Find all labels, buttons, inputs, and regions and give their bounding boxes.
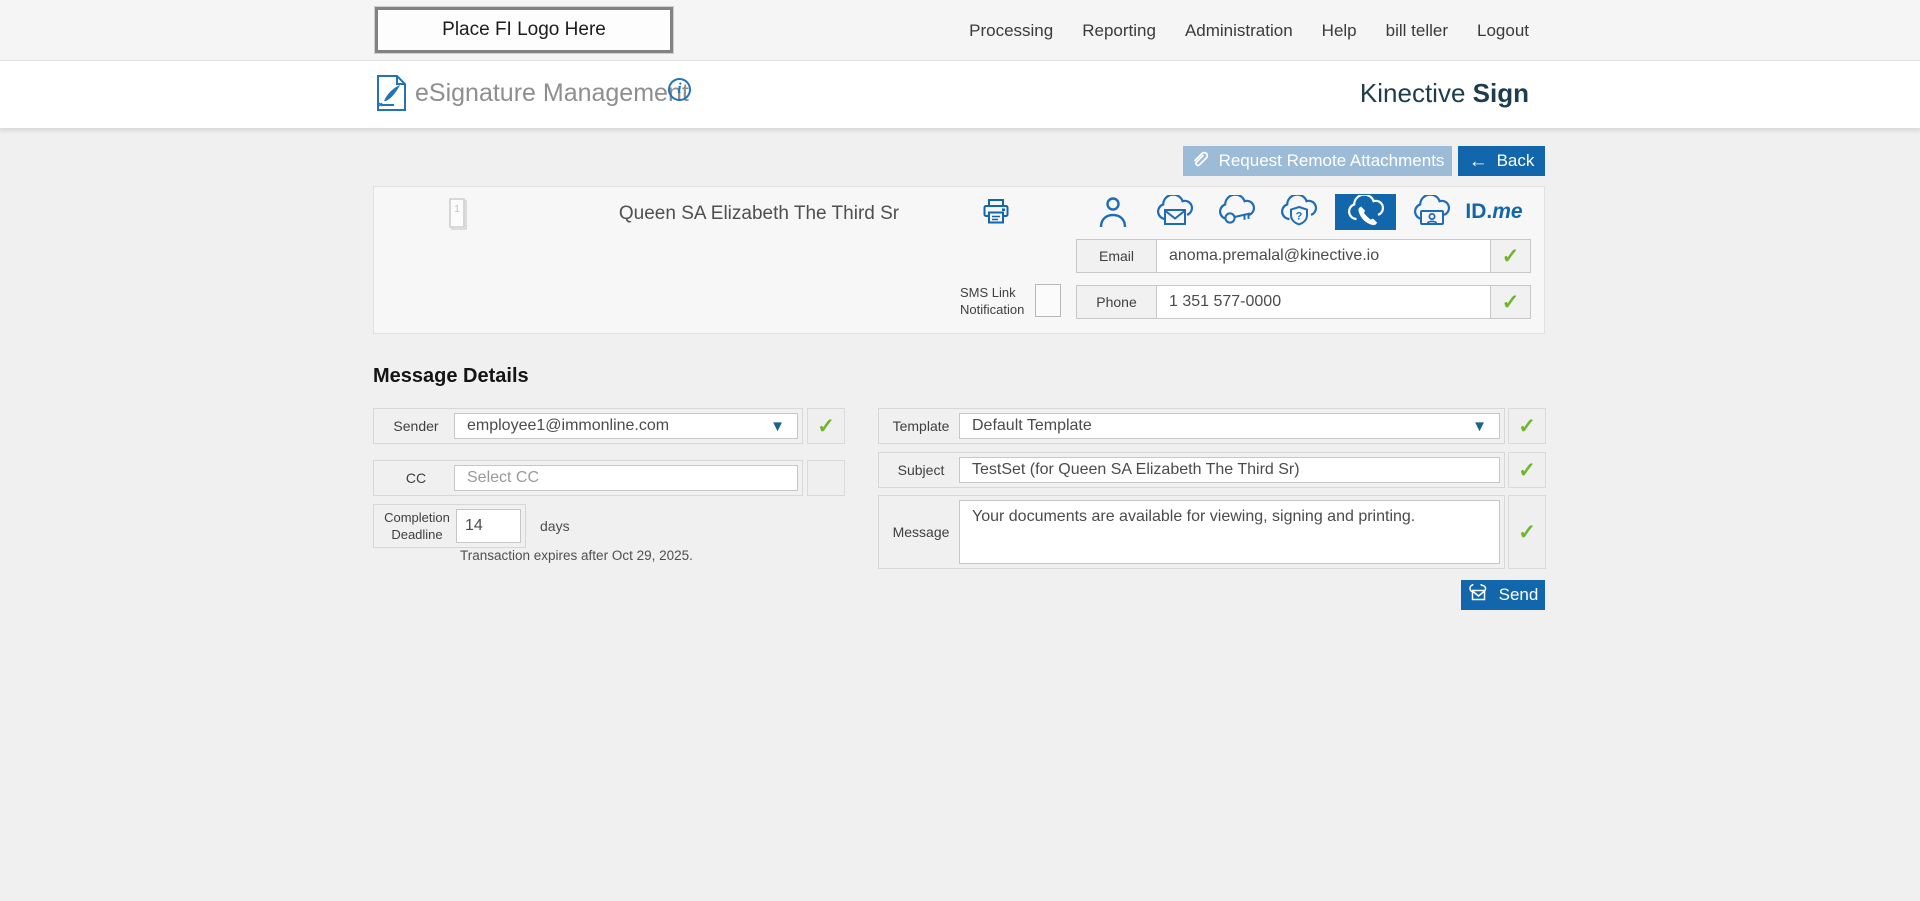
info-icon[interactable]: i: [668, 78, 691, 101]
back-label: Back: [1496, 151, 1535, 170]
request-remote-attachments-button[interactable]: Request Remote Attachments: [1183, 146, 1452, 176]
sender-label: Sender: [393, 417, 439, 434]
phone-label: Phone: [1077, 286, 1157, 318]
back-arrow-icon: ←: [1468, 150, 1488, 172]
subject-label: Subject: [897, 461, 945, 478]
template-dropdown[interactable]: Default Template ▼: [959, 413, 1500, 439]
template-field-group: Template Default Template ▼: [878, 408, 1505, 444]
back-button[interactable]: ← Back: [1458, 146, 1545, 176]
send-label: Send: [1498, 585, 1539, 604]
brand-logo: Kinective Sign: [1360, 78, 1529, 109]
cc-input[interactable]: [467, 469, 785, 487]
nav-processing[interactable]: Processing: [969, 21, 1053, 41]
send-button[interactable]: Send: [1461, 580, 1545, 610]
access-code-auth-icon[interactable]: [1211, 194, 1263, 230]
phone-valid-check-icon: ✓: [1501, 290, 1520, 314]
photo-id-auth-icon[interactable]: [1406, 194, 1458, 230]
cc-status-cell: [807, 460, 845, 496]
template-dropdown-caret-icon[interactable]: ▼: [1472, 418, 1487, 435]
sms-phone-auth-icon[interactable]: [1335, 194, 1396, 230]
main-nav: Processing Reporting Administration Help…: [969, 0, 1529, 61]
sender-field-group: Sender employee1@immonline.com ▼: [373, 408, 803, 444]
fi-logo-placeholder: Place FI Logo Here: [374, 6, 674, 54]
subject-valid-check-icon: ✓: [1518, 458, 1536, 482]
idme-italic: me: [1492, 200, 1523, 223]
email-field-group: Email ✓: [1076, 239, 1531, 273]
message-textarea[interactable]: Your documents are available for viewing…: [972, 501, 1487, 563]
sms-label-line2: Notification: [960, 302, 1025, 317]
completion-deadline-group: Completion Deadline: [373, 504, 526, 548]
deadline-unit-label: days: [540, 518, 570, 534]
send-envelope-icon: [1468, 581, 1490, 606]
sms-link-notification-checkbox[interactable]: [1035, 284, 1061, 317]
print-icon[interactable]: [982, 198, 1010, 231]
phone-input[interactable]: [1157, 286, 1490, 318]
email-link-auth-icon[interactable]: [1149, 194, 1201, 230]
sender-dropdown[interactable]: employee1@immonline.com ▼: [454, 413, 798, 439]
security-question-auth-icon[interactable]: ?: [1273, 194, 1325, 230]
svg-text:1: 1: [454, 204, 460, 215]
template-valid-check-icon: ✓: [1518, 414, 1536, 438]
paperclip-icon: [1191, 149, 1210, 173]
deadline-days-input[interactable]: [465, 517, 520, 535]
recipient-name: Queen SA Elizabeth The Third Sr: [618, 203, 900, 224]
svg-text:?: ?: [1296, 211, 1303, 223]
nav-user-bill-teller[interactable]: bill teller: [1386, 21, 1448, 41]
brand-regular: Kinective: [1359, 78, 1473, 108]
sms-label-line1: SMS Link: [960, 285, 1016, 300]
sms-link-notification-label: SMS Link Notification: [960, 284, 1030, 318]
email-input[interactable]: [1157, 240, 1490, 272]
email-valid-check-icon: ✓: [1501, 244, 1520, 268]
idme-auth-icon[interactable]: ID. me: [1465, 194, 1523, 230]
header-band: eSignature Management i Kinective Sign: [0, 61, 1920, 129]
message-field-group: Message Your documents are available for…: [878, 495, 1505, 569]
idme-bold: ID.: [1465, 200, 1493, 223]
subject-input[interactable]: [972, 461, 1487, 479]
phone-field-group: Phone ✓: [1076, 285, 1531, 319]
email-label: Email: [1077, 240, 1157, 272]
template-label: Template: [892, 417, 950, 434]
sender-valid-check-icon: ✓: [817, 414, 835, 438]
in-person-auth-icon[interactable]: [1087, 194, 1139, 230]
esignature-management-page: Place FI Logo Here Processing Reporting …: [0, 0, 1920, 901]
message-valid-check-icon: ✓: [1518, 520, 1536, 544]
nav-administration[interactable]: Administration: [1185, 21, 1293, 41]
transaction-expiry-note: Transaction expires after Oct 29, 2025.: [460, 548, 693, 563]
nav-logout[interactable]: Logout: [1477, 21, 1529, 41]
completion-deadline-label: Completion Deadline: [378, 509, 456, 543]
page-title: eSignature Management: [415, 79, 689, 107]
document-count-icon: 1: [446, 196, 472, 237]
deadline-label-line2: Deadline: [391, 527, 443, 542]
message-label: Message: [892, 523, 950, 540]
sender-value: employee1@immonline.com: [467, 417, 670, 434]
request-remote-attachments-label: Request Remote Attachments: [1218, 151, 1445, 170]
brand-bold: Sign: [1472, 78, 1529, 108]
message-details-heading: Message Details: [373, 365, 529, 387]
deadline-label-line1: Completion: [384, 510, 450, 525]
esignature-document-icon: [375, 74, 407, 117]
top-bar: Place FI Logo Here Processing Reporting …: [0, 0, 1920, 61]
nav-reporting[interactable]: Reporting: [1082, 21, 1156, 41]
authentication-method-row: ? ID. me: [1087, 194, 1523, 230]
template-value: Default Template: [972, 417, 1092, 434]
recipient-card: 1 Queen SA Elizabeth The Third Sr ? ID. …: [373, 186, 1545, 334]
sender-dropdown-caret-icon[interactable]: ▼: [770, 418, 785, 435]
cc-field-group: CC: [373, 460, 803, 496]
cc-label: CC: [405, 469, 427, 486]
nav-help[interactable]: Help: [1322, 21, 1357, 41]
subject-field-group: Subject: [878, 452, 1505, 488]
